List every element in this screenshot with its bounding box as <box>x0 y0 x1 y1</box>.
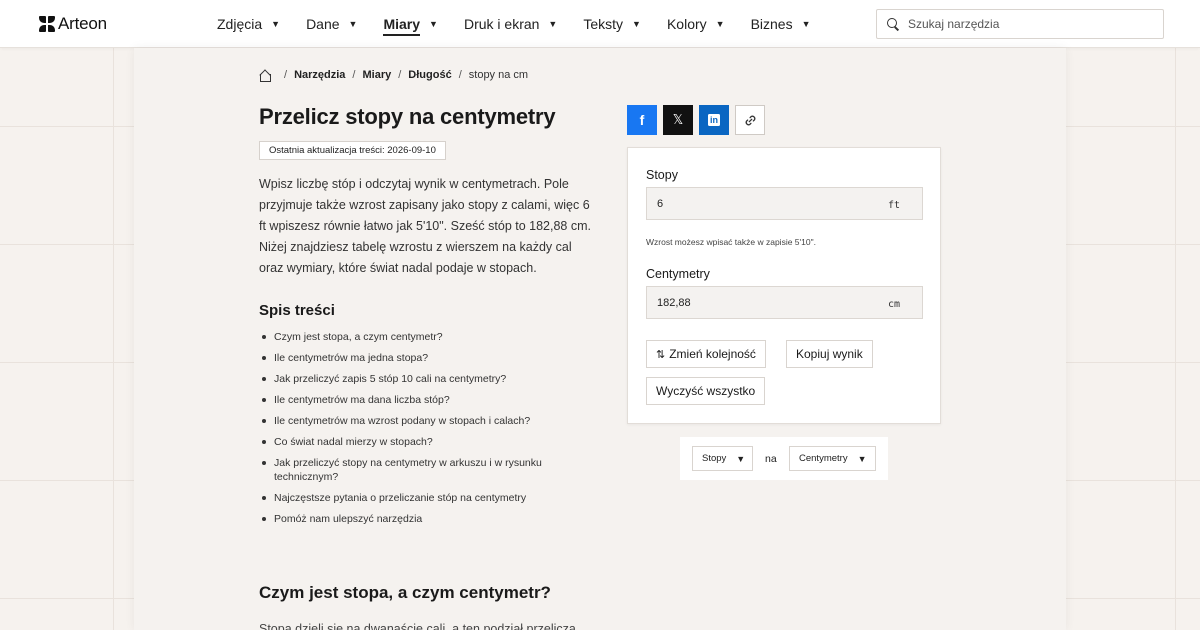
nav-item-kolory[interactable]: Kolory ▼ <box>667 16 725 32</box>
swap-order-label: Zmień kolejność <box>669 347 756 361</box>
breadcrumb-separator: / <box>458 69 462 81</box>
toc-title: Spis treści <box>259 302 335 319</box>
clear-all-button[interactable]: Wyczyść wszystko <box>646 377 766 405</box>
caret-down-icon: ▼ <box>348 19 358 29</box>
breadcrumb-separator: / <box>284 69 288 81</box>
to-unit-select-value: Centymetry <box>799 453 848 464</box>
breadcrumb-link-narzedzia[interactable]: Narzędzia <box>294 69 345 81</box>
from-field: ft <box>646 187 923 220</box>
share-facebook-button[interactable]: f <box>627 105 657 135</box>
toc-item[interactable]: Ile centymetrów ma wzrost podany w stopa… <box>262 414 574 428</box>
nav-item-druk-i-ekran[interactable]: Druk i ekran ▼ <box>464 16 557 32</box>
copy-result-label: Kopiuj wynik <box>796 347 863 361</box>
nav-label: Zdjęcia <box>217 16 263 32</box>
share-buttons: f 𝕏 in <box>627 105 765 135</box>
nav-label: Biznes <box>750 16 793 32</box>
swap-icon: ⇅ <box>656 348 665 361</box>
to-field-label: Centymetry <box>646 267 710 281</box>
feet-input[interactable] <box>647 197 888 210</box>
linkedin-icon: in <box>708 114 720 126</box>
toc-item[interactable]: Jak przeliczyć zapis 5 stóp 10 cali na c… <box>262 372 574 386</box>
to-unit-label: cm <box>887 299 900 310</box>
toc-item[interactable]: Ile centymetrów ma dana liczba stóp? <box>262 393 574 407</box>
centimeters-input[interactable] <box>647 296 888 309</box>
search-input[interactable] <box>908 17 1148 31</box>
breadcrumb-separator: / <box>352 69 356 81</box>
main-nav: Zdjęcia ▼ Dane ▼ Miary ▼ Druk i ekran ▼ Teks… <box>217 0 837 48</box>
share-linkedin-button[interactable]: in <box>699 105 729 135</box>
caret-down-icon: ▼ <box>736 453 746 464</box>
last-updated-badge: Ostatnia aktualizacja treści: 2026-09-10 <box>259 141 446 160</box>
section-paragraph: Stopa dzieli się na dwanaście cali, a te… <box>259 622 576 630</box>
input-hint: Wzrost możesz wpisać także w zapisie 5'1… <box>646 237 816 247</box>
from-field-label: Stopy <box>646 168 678 182</box>
toc-item[interactable]: Ile centymetrów ma jedna stopa? <box>262 351 574 365</box>
nav-label: Dane <box>306 16 340 32</box>
unit-separator-text: na <box>765 453 777 465</box>
to-field: cm <box>646 286 923 319</box>
search-box <box>876 9 1164 39</box>
caret-down-icon: ▼ <box>801 19 811 29</box>
converter-card: Stopy ft Wzrost możesz wpisać także w za… <box>627 147 941 424</box>
nav-item-teksty[interactable]: Teksty ▼ <box>583 16 641 32</box>
top-header: Arteon Zdjęcia ▼ Dane ▼ Miary ▼ Druk i ekra… <box>0 0 1200 48</box>
from-unit-select-value: Stopy <box>702 453 727 464</box>
nav-label: Teksty <box>583 16 624 32</box>
toc-item[interactable]: Pomóż nam ulepszyć narzędzia <box>262 512 574 526</box>
nav-label: Miary <box>383 16 421 36</box>
facebook-icon: f <box>639 112 645 128</box>
logo[interactable]: Arteon <box>39 14 107 34</box>
copy-link-button[interactable] <box>735 105 765 135</box>
table-of-contents: Czym jest stopa, a czym centymetr? Ile c… <box>262 330 574 533</box>
breadcrumb-link-dlugosc[interactable]: Długość <box>408 69 451 81</box>
link-icon <box>745 115 755 125</box>
intro-paragraph: Wpisz liczbę stóp i odczytaj wynik w cen… <box>259 177 591 275</box>
unit-selector: Stopy ▼ na Centymetry ▼ <box>680 437 888 480</box>
copy-result-button[interactable]: Kopiuj wynik <box>786 340 873 368</box>
breadcrumb-link-miary[interactable]: Miary <box>362 69 391 81</box>
nav-label: Druk i ekran <box>463 16 540 32</box>
clear-all-label: Wyczyść wszystko <box>656 384 756 398</box>
caret-down-icon: ▼ <box>548 19 558 29</box>
nav-label: Kolory <box>666 16 707 32</box>
search-icon <box>887 18 899 30</box>
x-icon: 𝕏 <box>672 112 684 127</box>
toc-item[interactable]: Co świat nadal mierzy w stopach? <box>262 435 574 449</box>
caret-down-icon: ▼ <box>271 19 281 29</box>
breadcrumb-separator: / <box>398 69 402 81</box>
nav-item-miary[interactable]: Miary ▼ <box>383 12 438 36</box>
toc-item[interactable]: Jak przeliczyć stopy na centymetry w ark… <box>262 456 574 484</box>
to-unit-select[interactable]: Centymetry ▼ <box>789 446 876 471</box>
swap-order-button[interactable]: ⇅ Zmień kolejność <box>646 340 766 368</box>
page-title: Przelicz stopy na centymetry <box>259 104 556 129</box>
toc-item[interactable]: Czym jest stopa, a czym centymetr? <box>262 330 574 344</box>
nav-item-zdjecia[interactable]: Zdjęcia ▼ <box>217 16 280 32</box>
breadcrumb: / Narzędzia / Miary / Długość / stopy na… <box>259 69 529 82</box>
nav-item-biznes[interactable]: Biznes ▼ <box>751 16 811 32</box>
caret-down-icon: ▼ <box>632 19 641 29</box>
home-icon[interactable] <box>259 70 271 82</box>
caret-down-icon: ▼ <box>857 453 867 464</box>
logo-mark-icon <box>39 16 55 32</box>
caret-down-icon: ▼ <box>429 19 438 29</box>
share-x-button[interactable]: 𝕏 <box>663 105 693 135</box>
from-unit-select[interactable]: Stopy ▼ <box>692 446 753 471</box>
logo-text: Arteon <box>58 14 107 33</box>
toc-item[interactable]: Najczęstsze pytania o przeliczanie stóp … <box>262 491 574 505</box>
breadcrumb-current: stopy na cm <box>468 69 529 81</box>
caret-down-icon: ▼ <box>715 19 725 29</box>
nav-item-dane[interactable]: Dane ▼ <box>306 16 357 32</box>
from-unit-label: ft <box>887 200 900 211</box>
section-title: Czym jest stopa, a czym centymetr? <box>259 583 551 602</box>
